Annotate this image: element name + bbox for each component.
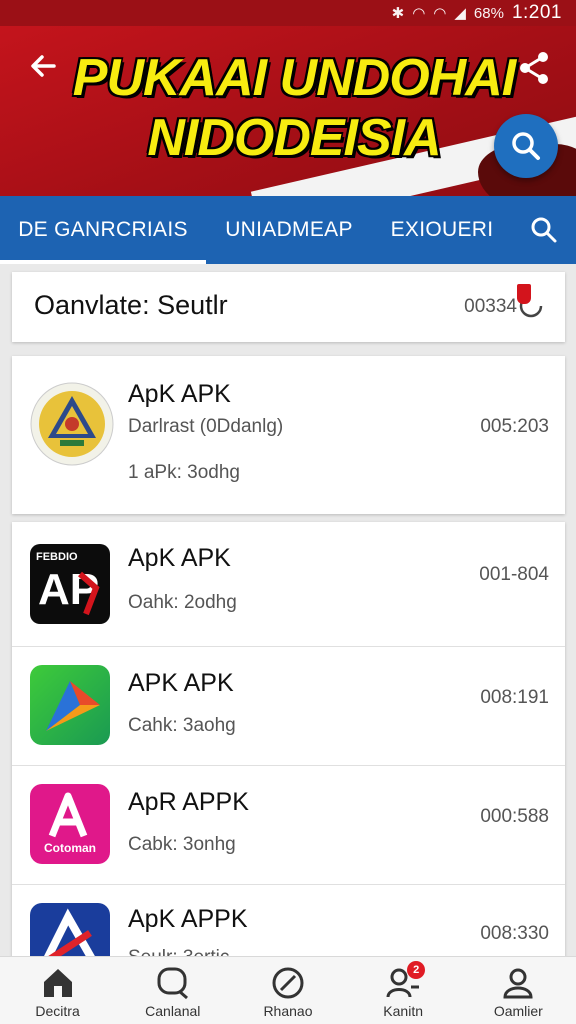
share-icon [520,52,548,84]
tab-categories[interactable]: DE GANRCRIAIS [0,196,206,264]
wifi-icon: ◠ [412,5,426,22]
status-bar: ✱ ◠ ◠ ◢ 68% 1:201 [0,0,576,26]
app-size: 008:330 [480,923,549,944]
app-developer: Darlrast (0Ddanlg) [128,416,284,437]
app-name: APK APK [128,669,234,697]
arrow-left-icon [31,55,56,77]
nav-label: Canlanal [145,1003,201,1019]
app-list-card: FEBDIO AP ApK APK Oahk: 2odhg 001-804 AP… [12,522,565,958]
app-size: 008:191 [480,687,549,708]
page-title: PUKAAI UNDOHAI NIDODEISIA [64,48,524,168]
nav-chat[interactable]: Canlanal [115,957,230,1024]
search-icon [512,132,540,160]
bookmark-pin-icon [517,284,531,304]
app-emblem-icon [30,382,114,466]
list-item[interactable]: ApK APPK Seulr: 3ertic 008:330 [12,885,565,958]
list-item[interactable]: FEBDIO AP ApK APK Oahk: 2odhg 001-804 [12,522,565,646]
list-item[interactable]: Cotoman ApR APPK Cabk: 3onhg 000:588 [12,766,565,884]
nav-label: Decitra [35,1003,80,1019]
search-icon [531,217,557,243]
tab-bar: DE GANRCRIAIS UNIADMEAP EXIOUERI [0,196,576,264]
users-icon: 2 [385,961,426,1001]
app-logo-text: Cotoman [44,841,96,855]
app-name: ApK APK [128,544,231,572]
notification-badge: 2 [407,961,426,979]
battery-indicator: 68% [473,4,504,22]
wifi-calling-icon: ◠ [433,5,447,22]
signal-icon: ◢ [454,5,466,22]
profile-icon [500,965,536,1001]
bluetooth-icon: ✱ [391,5,405,22]
app-logo-icon: Cotoman [30,784,110,864]
block-icon [270,965,306,1001]
bottom-navigation: Decitra Canlanal Rhanao 2 Kanitn Oamlier [0,956,576,1024]
nav-home[interactable]: Decitra [0,957,115,1024]
nav-label: Kanitn [383,1003,423,1019]
tab-explore[interactable]: EXIOUERI [372,196,512,264]
nav-profile[interactable]: Oamlier [461,957,576,1024]
featured-app-card[interactable]: ApK APK Darlrast (0Ddanlg) 1 aPk: 3odhg … [12,356,565,514]
app-logo-icon: FEBDIO AP [30,544,110,624]
app-logo-icon [30,903,110,958]
share-button[interactable] [514,48,554,88]
app-name: ApK APPK [128,905,248,933]
search-fab-button[interactable] [494,114,558,178]
app-header: PUKAAI UNDOHAI NIDODEISIA [0,26,576,196]
chat-icon [155,965,191,1001]
home-icon [40,965,76,1001]
page-title-line-1: PUKAAI UNDOHAI [72,49,516,107]
result-count: 00334 [464,296,517,317]
search-query-text: Oanvlate: Seutlr [34,290,228,320]
app-size: 001-804 [479,564,549,585]
list-item[interactable]: APK APK Cahk: 3aohg 008:191 [12,647,565,765]
app-size: 000:588 [480,806,549,827]
app-logo-toptext: FEBDIO [36,551,78,563]
page-title-line-2: NIDODEISIA [147,109,441,167]
nav-label: Rhanao [263,1003,313,1019]
app-name: ApR APPK [128,788,249,816]
tab-search-button[interactable] [512,196,576,264]
tab-updates[interactable]: UNIADMEAP [206,196,372,264]
list-item[interactable]: ApK APK Darlrast (0Ddanlg) 1 aPk: 3odhg … [12,356,565,514]
nav-label: Oamlier [493,1003,543,1019]
app-meta: 1 aPk: 3odhg [128,462,240,483]
nav-block[interactable]: Rhanao [230,957,345,1024]
search-result-bar[interactable]: Oanvlate: Seutlr 00334 [12,272,565,342]
app-meta: Cabk: 3onhg [128,834,236,855]
app-meta: Cahk: 3aohg [128,715,236,736]
nav-users[interactable]: 2 Kanitn [346,957,461,1024]
app-size: 005:203 [480,416,549,437]
app-name: ApK APK [128,380,231,408]
clock: 1:201 [511,2,562,23]
app-meta: Oahk: 2odhg [128,592,237,613]
app-logo-icon [30,665,110,745]
back-button[interactable] [24,46,64,86]
